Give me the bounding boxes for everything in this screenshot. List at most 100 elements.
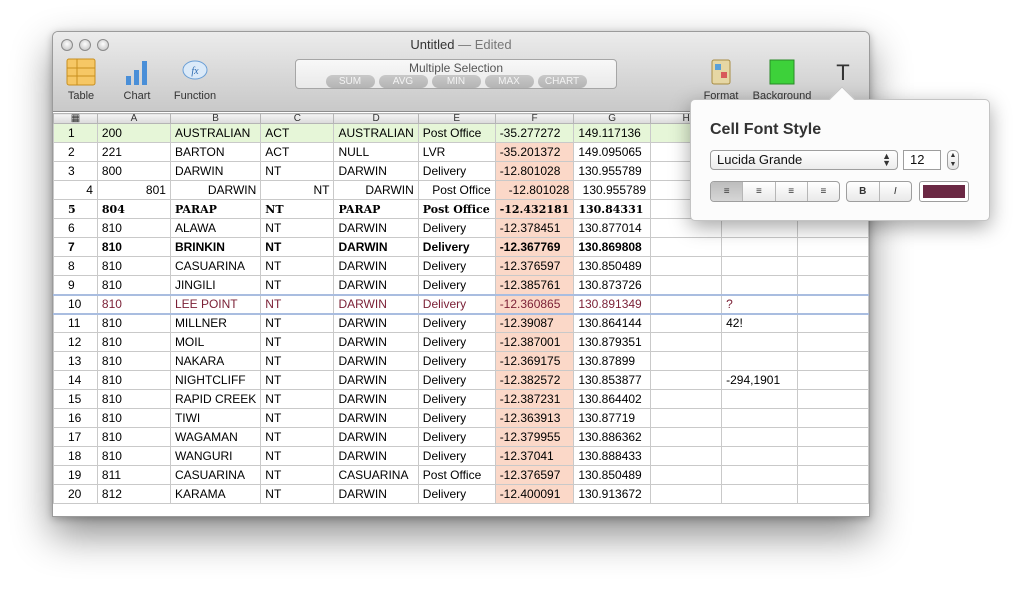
cell[interactable]: 130.84331	[573, 199, 652, 219]
cell[interactable]: -12.387231	[494, 389, 575, 409]
cell[interactable]: NT	[260, 332, 335, 352]
cell[interactable]: DARWIN	[333, 180, 419, 200]
cell[interactable]	[796, 351, 869, 371]
cell[interactable]: -35.277272	[494, 123, 575, 143]
cell[interactable]: -12.369175	[494, 351, 575, 371]
cell[interactable]: Post Office	[417, 199, 496, 219]
cell[interactable]: NT	[260, 408, 335, 428]
cell[interactable]: DARWIN	[333, 446, 419, 466]
cell[interactable]	[796, 465, 869, 485]
row-number[interactable]: 19	[53, 465, 98, 485]
cell[interactable]: DARWIN	[333, 332, 419, 352]
cell[interactable]: NT	[260, 351, 335, 371]
cell[interactable]: 130.87899	[573, 351, 652, 371]
row-number[interactable]: 4	[53, 180, 98, 200]
cell[interactable]: DARWIN	[333, 484, 419, 504]
cell[interactable]: DARWIN	[169, 180, 262, 200]
cell[interactable]: 810	[96, 370, 171, 390]
row-number[interactable]: 12	[53, 332, 98, 352]
cell[interactable]: Delivery	[417, 293, 496, 315]
sum-button[interactable]: SUM	[325, 75, 375, 88]
column-header[interactable]: D	[333, 113, 419, 124]
cell[interactable]: DARWIN	[333, 408, 419, 428]
cell[interactable]: NT	[260, 427, 335, 447]
cell[interactable]: 130.864402	[573, 389, 652, 409]
cell[interactable]	[650, 351, 723, 371]
cell[interactable]: DARWIN	[333, 370, 419, 390]
cell[interactable]: NT	[260, 180, 335, 200]
cell[interactable]: 810	[96, 351, 171, 371]
cell[interactable]: ?	[721, 293, 798, 315]
cell[interactable]: 804	[96, 199, 171, 219]
cell[interactable]: DARWIN	[169, 161, 262, 181]
min-button[interactable]: MIN	[431, 75, 481, 88]
cell[interactable]: DARWIN	[333, 161, 419, 181]
cell[interactable]: -12.376597	[494, 256, 575, 276]
cell[interactable]: 810	[96, 408, 171, 428]
cell[interactable]: -12.400091	[494, 484, 575, 504]
cell[interactable]: NT	[260, 446, 335, 466]
cell[interactable]: 130.853877	[573, 370, 652, 390]
cell[interactable]	[650, 237, 723, 257]
cell[interactable]	[796, 218, 869, 238]
cell[interactable]: NULL	[333, 142, 419, 162]
row-number[interactable]: 2	[53, 142, 98, 162]
cell[interactable]: -12.385761	[494, 275, 575, 295]
cell[interactable]: WAGAMAN	[169, 427, 262, 447]
cell[interactable]: LVR	[417, 142, 496, 162]
cell[interactable]: Post Office	[417, 465, 496, 485]
cell[interactable]: NT	[260, 161, 335, 181]
cell[interactable]: 130.913672	[573, 484, 652, 504]
cell[interactable]: -12.378451	[494, 218, 575, 238]
cell[interactable]: 130.888433	[573, 446, 652, 466]
cell[interactable]	[796, 237, 869, 257]
cell[interactable]	[721, 465, 798, 485]
cell[interactable]	[796, 389, 869, 409]
cell[interactable]	[650, 256, 723, 276]
cell[interactable]: -35.201372	[494, 142, 575, 162]
cell[interactable]	[650, 465, 723, 485]
cell[interactable]: PARAP	[169, 199, 262, 219]
cell[interactable]	[721, 218, 798, 238]
cell[interactable]: CASUARINA	[169, 256, 262, 276]
cell[interactable]: 149.117136	[573, 123, 652, 143]
cell[interactable]: 810	[96, 256, 171, 276]
cell[interactable]	[650, 293, 723, 315]
cell[interactable]: NT	[260, 465, 335, 485]
cell[interactable]: DARWIN	[333, 351, 419, 371]
row-number[interactable]: 18	[53, 446, 98, 466]
cell[interactable]: JINGILI	[169, 275, 262, 295]
cell[interactable]: 130.955789	[573, 161, 652, 181]
row-number[interactable]: 5	[53, 199, 98, 219]
column-header[interactable]: F	[494, 113, 575, 124]
column-header[interactable]: E	[417, 113, 496, 124]
cell[interactable]: Delivery	[417, 427, 496, 447]
cell[interactable]: -12.801028	[494, 161, 575, 181]
cell[interactable]: ALAWA	[169, 218, 262, 238]
cell[interactable]: DARWIN	[333, 256, 419, 276]
cell[interactable]: MILLNER	[169, 313, 262, 333]
select-all-corner[interactable]: ▦	[53, 113, 98, 124]
row-number[interactable]: 3	[53, 161, 98, 181]
cell[interactable]: NIGHTCLIFF	[169, 370, 262, 390]
cell[interactable]: NT	[260, 293, 335, 315]
cell[interactable]	[650, 218, 723, 238]
cell[interactable]: Post Office	[417, 180, 496, 200]
row-number[interactable]: 11	[53, 313, 98, 333]
align-left-button[interactable]: ≡	[711, 182, 744, 201]
cell[interactable]: NT	[260, 313, 335, 333]
row-number[interactable]: 1	[53, 123, 98, 143]
cell[interactable]	[721, 332, 798, 352]
cell[interactable]: Delivery	[417, 351, 496, 371]
cell[interactable]: 130.850489	[573, 465, 652, 485]
cell[interactable]	[796, 293, 869, 315]
cell[interactable]	[650, 332, 723, 352]
font-size-input[interactable]: 12	[903, 150, 941, 170]
align-center-button[interactable]: ≡	[743, 182, 776, 201]
cell[interactable]: 810	[96, 313, 171, 333]
row-number[interactable]: 8	[53, 256, 98, 276]
cell[interactable]: AUSTRALIAN	[333, 123, 419, 143]
cell[interactable]: 800	[96, 161, 171, 181]
cell[interactable]	[796, 427, 869, 447]
cell[interactable]	[796, 313, 869, 333]
